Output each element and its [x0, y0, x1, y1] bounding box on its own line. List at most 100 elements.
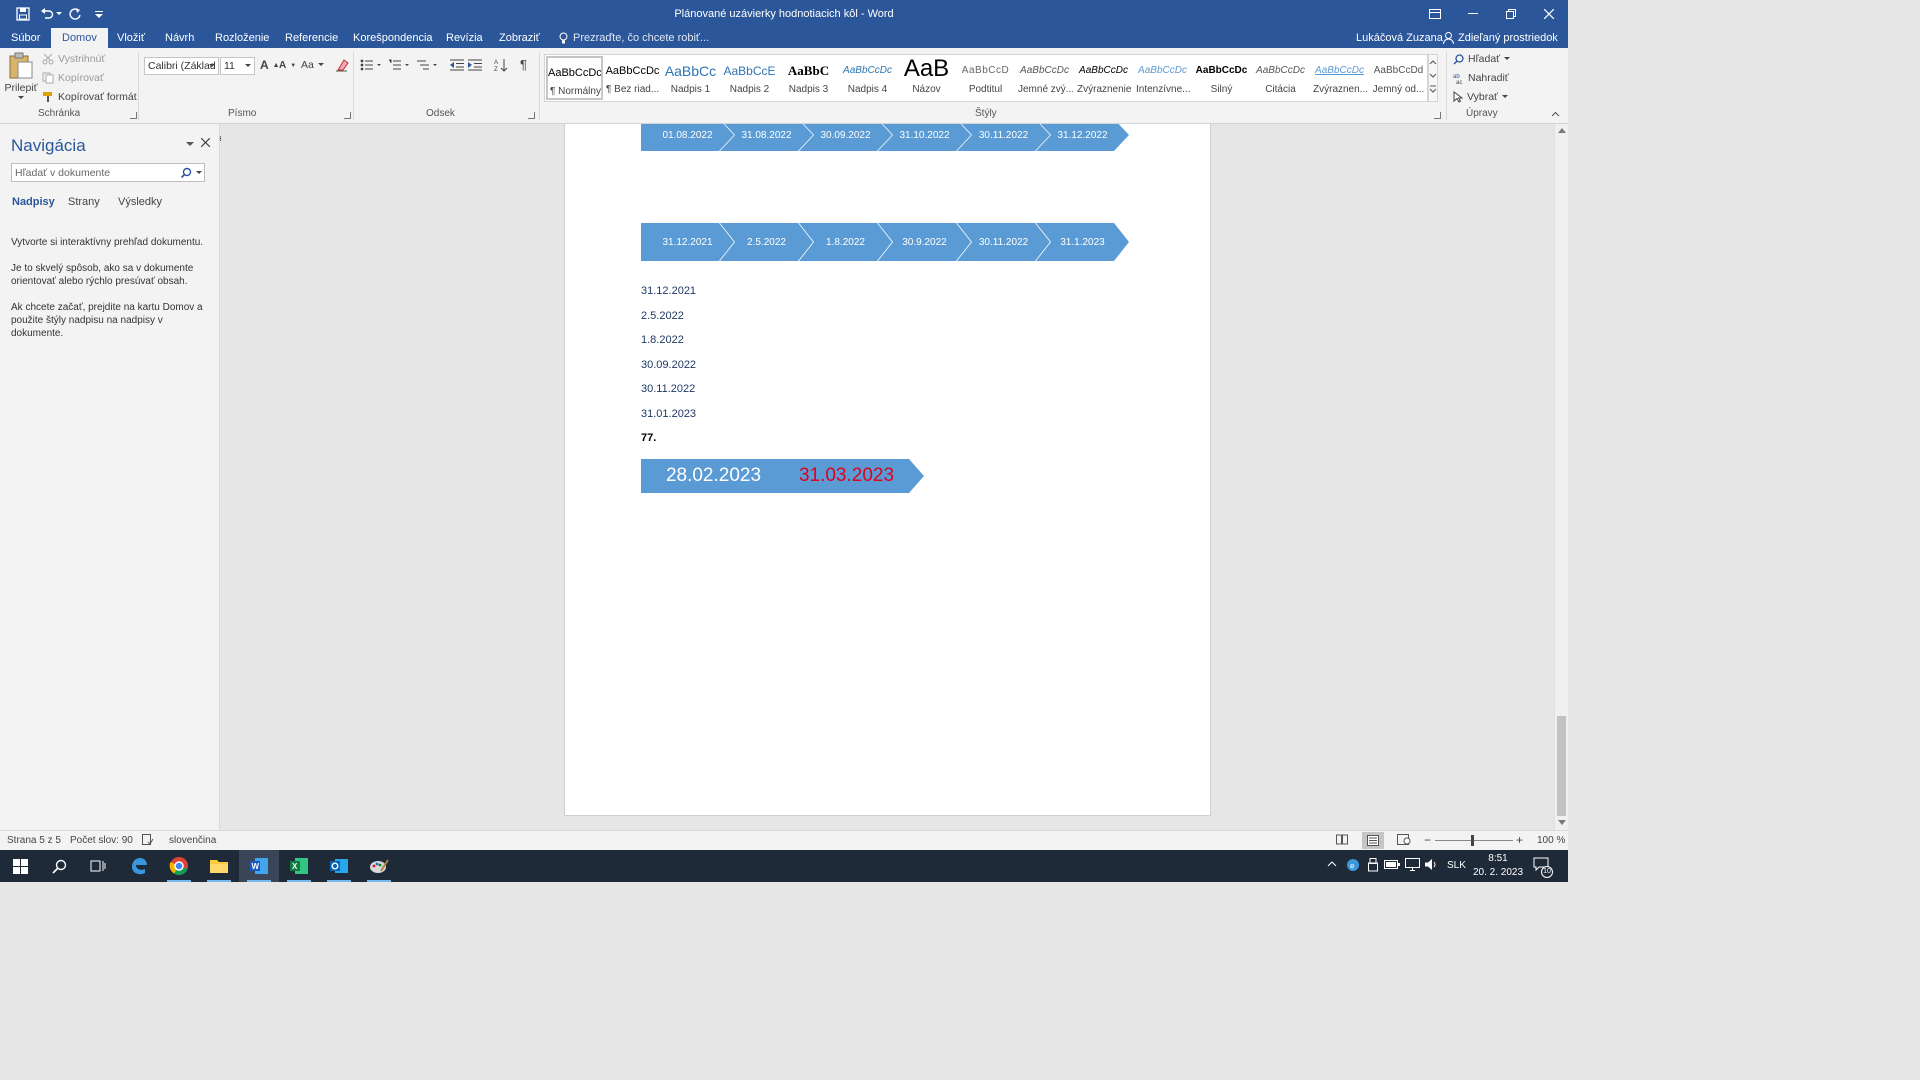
style-heading-4[interactable]: AaBbCcDc Nadpis 4 — [839, 56, 896, 100]
excel-icon[interactable]: X — [279, 850, 319, 882]
close-button[interactable] — [1530, 0, 1568, 28]
minimize-button[interactable] — [1454, 0, 1492, 28]
clipboard-launcher-icon[interactable] — [130, 112, 137, 119]
nav-tab-results[interactable]: Výsledky — [118, 196, 162, 208]
save-icon[interactable] — [14, 5, 32, 23]
print-layout-icon[interactable] — [1362, 832, 1384, 849]
tab-insert[interactable]: Vložiť — [117, 32, 145, 44]
style-intense-emphasis[interactable]: AaBbCcDc Intenzívne... — [1134, 56, 1191, 100]
read-mode-icon[interactable] — [1336, 834, 1348, 845]
style-subtle-emphasis[interactable]: AaBbCcDc Jemné zvý... — [1016, 56, 1073, 100]
cut-button[interactable]: Vystrihnúť — [42, 53, 105, 65]
page-count[interactable]: Strana 5 z 5 — [7, 835, 61, 846]
styles-scroll[interactable] — [1428, 54, 1438, 102]
clock-time[interactable]: 8:51 — [1470, 853, 1526, 864]
numbering-icon[interactable] — [388, 59, 410, 71]
document-page[interactable]: 01.08.2022 31.08.2022 30.09.2022 31.10.2… — [564, 124, 1211, 816]
scroll-down-icon[interactable] — [1558, 820, 1566, 825]
windows-start-icon[interactable] — [0, 850, 40, 882]
format-painter-button[interactable]: Kopírovať formát — [42, 91, 137, 103]
zoom-out-icon[interactable]: − — [1424, 833, 1431, 847]
clear-formatting-icon[interactable] — [335, 58, 349, 72]
outlook-icon[interactable] — [319, 850, 359, 882]
zoom-in-icon[interactable]: + — [1516, 833, 1523, 847]
pane-options-icon[interactable] — [186, 142, 194, 147]
shrink-font-icon[interactable]: A ▼ — [279, 60, 296, 71]
word-icon[interactable]: W — [239, 850, 279, 882]
font-launcher-icon[interactable] — [344, 112, 351, 119]
tab-design[interactable]: Návrh — [165, 32, 194, 44]
tray-app-icon[interactable]: e — [1346, 858, 1360, 872]
increase-indent-icon[interactable] — [468, 59, 482, 71]
close-pane-icon[interactable] — [201, 138, 210, 147]
tell-me-box[interactable]: Prezraďte, čo chcete robiť... — [559, 32, 709, 44]
scroll-up-icon[interactable] — [1558, 128, 1566, 133]
nav-tab-pages[interactable]: Strany — [68, 196, 100, 208]
style-heading-2[interactable]: AaBbCcE Nadpis 2 — [721, 56, 778, 100]
tab-layout[interactable]: Rozloženie — [215, 32, 269, 44]
bullets-icon[interactable] — [360, 59, 382, 71]
tab-references[interactable]: Referencie — [285, 32, 338, 44]
restore-button[interactable] — [1492, 0, 1530, 28]
zoom-level[interactable]: 100 % — [1537, 835, 1565, 846]
copy-button[interactable]: Kopírovať — [42, 72, 104, 84]
file-explorer-icon[interactable] — [199, 850, 239, 882]
tab-view[interactable]: Zobraziť — [499, 32, 540, 44]
usb-icon[interactable] — [1367, 858, 1379, 872]
user-name[interactable]: Lukáčová Zuzana — [1356, 32, 1443, 44]
styles-launcher-icon[interactable] — [1434, 112, 1441, 119]
web-layout-icon[interactable] — [1397, 834, 1411, 845]
tab-mailings[interactable]: Korešpondencia — [353, 32, 433, 44]
share-button[interactable]: Zdieľaný prostriedok — [1443, 32, 1558, 44]
style-subtitle[interactable]: AaBbCcD Podtitul — [957, 56, 1014, 100]
battery-icon[interactable] — [1384, 859, 1400, 870]
paragraph-launcher-icon[interactable] — [528, 112, 535, 119]
paint-icon[interactable] — [359, 850, 399, 882]
chrome-icon[interactable] — [159, 850, 199, 882]
search-icon[interactable] — [39, 850, 79, 882]
change-case-button[interactable]: Aa — [301, 59, 324, 71]
vertical-scrollbar[interactable] — [1554, 124, 1568, 830]
grow-font-icon[interactable]: A ▲ — [260, 58, 280, 72]
paste-button[interactable]: Prilepiť — [4, 52, 38, 100]
style-no-spacing[interactable]: AaBbCcDc ¶ Bez riad... — [604, 56, 661, 100]
ribbon-display-icon[interactable] — [1416, 0, 1454, 28]
task-view-icon[interactable] — [78, 850, 118, 882]
show-formatting-icon[interactable]: ¶ — [520, 57, 527, 72]
clock-date[interactable]: 20. 2. 2023 — [1470, 867, 1526, 878]
multilevel-list-icon[interactable] — [416, 59, 438, 71]
tab-file[interactable]: Súbor — [11, 32, 40, 44]
tab-home[interactable]: Domov — [51, 28, 108, 48]
redo-icon[interactable] — [66, 5, 84, 23]
proofing-icon[interactable] — [142, 834, 154, 846]
style-subtle-reference[interactable]: AaBbCcDd Jemný od... — [1370, 56, 1427, 100]
decrease-indent-icon[interactable] — [450, 59, 464, 71]
font-size-combo[interactable]: 11 — [220, 57, 255, 75]
tab-review[interactable]: Revízia — [446, 32, 483, 44]
find-button[interactable]: Hľadať — [1453, 53, 1511, 65]
show-hidden-icons-icon[interactable] — [1327, 860, 1337, 867]
word-count[interactable]: Počet slov: 90 — [70, 835, 133, 846]
collapse-ribbon-icon[interactable] — [1551, 111, 1560, 117]
customize-toolbar-icon[interactable] — [90, 5, 108, 23]
style-heading-3[interactable]: AaBbC Nadpis 3 — [780, 56, 837, 100]
search-document-input[interactable]: Hľadať v dokumente — [11, 163, 205, 182]
input-language[interactable]: SLK — [1447, 860, 1466, 871]
replace-button[interactable]: ab ac Nahradiť — [1453, 72, 1509, 84]
sort-icon[interactable]: AZ — [494, 58, 508, 72]
edge-icon[interactable] — [119, 850, 159, 882]
font-name-combo[interactable]: Calibri (Základ — [144, 57, 219, 75]
zoom-slider[interactable] — [1435, 840, 1513, 841]
style-normal[interactable]: AaBbCcDc ¶ Normálny — [546, 56, 603, 100]
zoom-slider-thumb[interactable] — [1471, 835, 1474, 846]
select-button[interactable]: Vybrať — [1453, 91, 1508, 103]
scroll-thumb[interactable] — [1557, 716, 1566, 816]
nav-tab-headings[interactable]: Nadpisy — [12, 196, 55, 208]
style-quote[interactable]: AaBbCcDc Citácia — [1252, 56, 1309, 100]
undo-dropdown-icon[interactable] — [54, 5, 64, 23]
style-heading-1[interactable]: AaBbCc Nadpis 1 — [662, 56, 719, 100]
network-icon[interactable] — [1405, 858, 1420, 871]
volume-icon[interactable] — [1424, 858, 1438, 871]
style-strong[interactable]: AaBbCcDc Silný — [1193, 56, 1250, 100]
style-title[interactable]: AaB Názov — [898, 56, 955, 100]
